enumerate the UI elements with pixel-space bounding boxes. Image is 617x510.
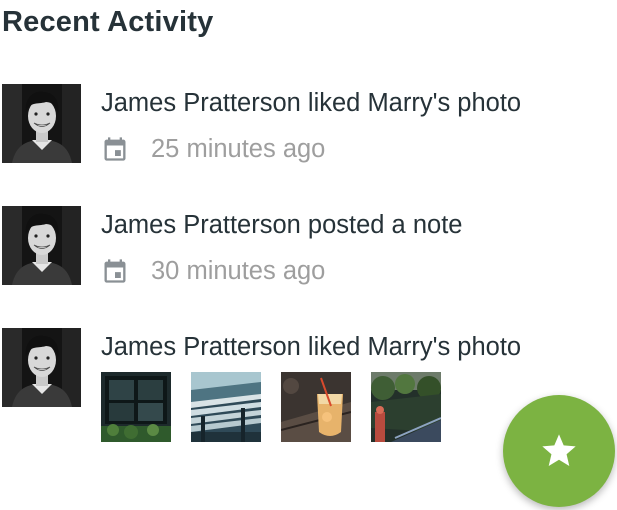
activity-text: James Pratterson liked Marry's photo	[101, 89, 522, 117]
star-icon	[542, 434, 576, 466]
photo-thumbnail-garden[interactable]	[371, 372, 441, 442]
photo-thumbnail-window[interactable]	[101, 372, 171, 442]
page-title: Recent Activity	[2, 6, 214, 38]
calendar-icon	[101, 257, 129, 285]
favorite-fab-button[interactable]	[503, 395, 615, 507]
activity-meta: 30 minutes ago	[101, 256, 325, 286]
avatar[interactable]	[2, 206, 81, 285]
activity-text: James Pratterson posted a note	[101, 211, 463, 239]
activity-meta: 25 minutes ago	[101, 134, 325, 164]
activity-time: 30 minutes ago	[151, 256, 326, 285]
photo-thumbnail-bench[interactable]	[191, 372, 261, 442]
activity-time: 25 minutes ago	[151, 134, 326, 163]
photo-thumbnail-drink[interactable]	[281, 372, 351, 442]
avatar[interactable]	[2, 84, 81, 163]
photo-thumbnails	[101, 372, 461, 442]
activity-text: James Pratterson liked Marry's photo	[101, 333, 522, 361]
calendar-icon	[101, 135, 129, 163]
avatar[interactable]	[2, 328, 81, 407]
